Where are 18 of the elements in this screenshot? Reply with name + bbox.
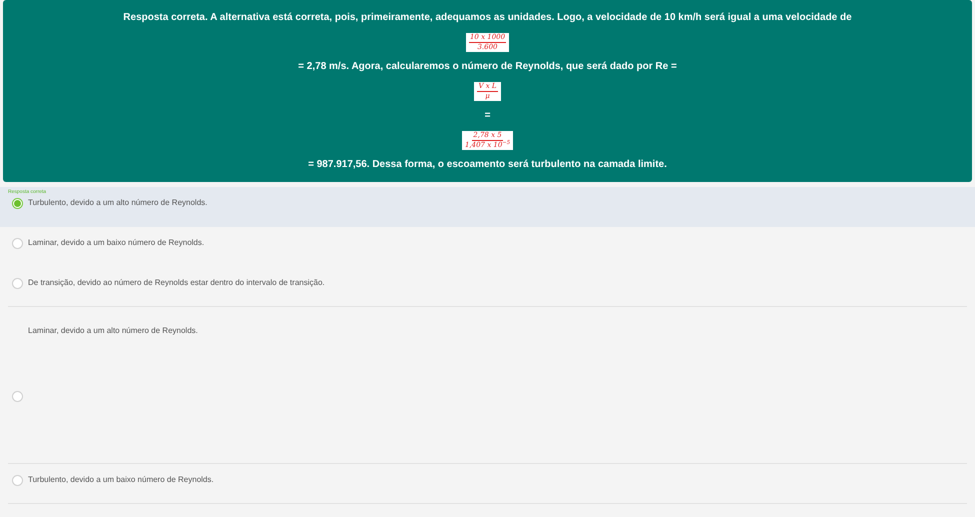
feedback-text: = 2,78 m/s. Agora, calcularemos o número de Reynolds, que será dado por Re = (298, 60, 677, 72)
feedback-text: = (484, 110, 490, 122)
answer-option[interactable]: Laminar, devido a um baixo número de Reynolds. (0, 227, 975, 267)
feedback-text: Resposta correta. A alternativa está correta, pois, primeiramente, adequamos as unidades. Logo, a velocidade de 10 km/h será igual a uma velocidade de (123, 12, 852, 24)
answer-option[interactable]: Laminar, devido a um alto número de Reynolds. (8, 307, 967, 464)
radio-button[interactable] (12, 391, 23, 402)
option-text: Turbulento, devido a um alto número de Reynolds. (28, 197, 208, 209)
option-text: Laminar, devido a um baixo número de Reynolds. (28, 237, 204, 249)
radio-button[interactable] (12, 198, 23, 208)
radio-button[interactable] (12, 474, 23, 486)
feedback-text: = 987.917,56. Dessa forma, o escoamento será turbulento na camada limite. (308, 158, 667, 170)
answer-option[interactable]: Turbulento, devido a um baixo número de Reynolds. (0, 464, 975, 504)
radio-button[interactable] (12, 238, 23, 248)
option-text: Laminar, devido a um alto número de Reynolds. (28, 326, 198, 335)
answer-option[interactable]: De transição, devido ao número de Reynolds estar dentro do intervalo de transição. (0, 267, 975, 307)
option-text: De transição, devido ao número de Reynolds estar dentro do intervalo de transição. (28, 277, 325, 289)
option-text: Turbulento, devido a um baixo número de Reynolds. (28, 474, 214, 486)
radio-button[interactable] (12, 278, 23, 288)
